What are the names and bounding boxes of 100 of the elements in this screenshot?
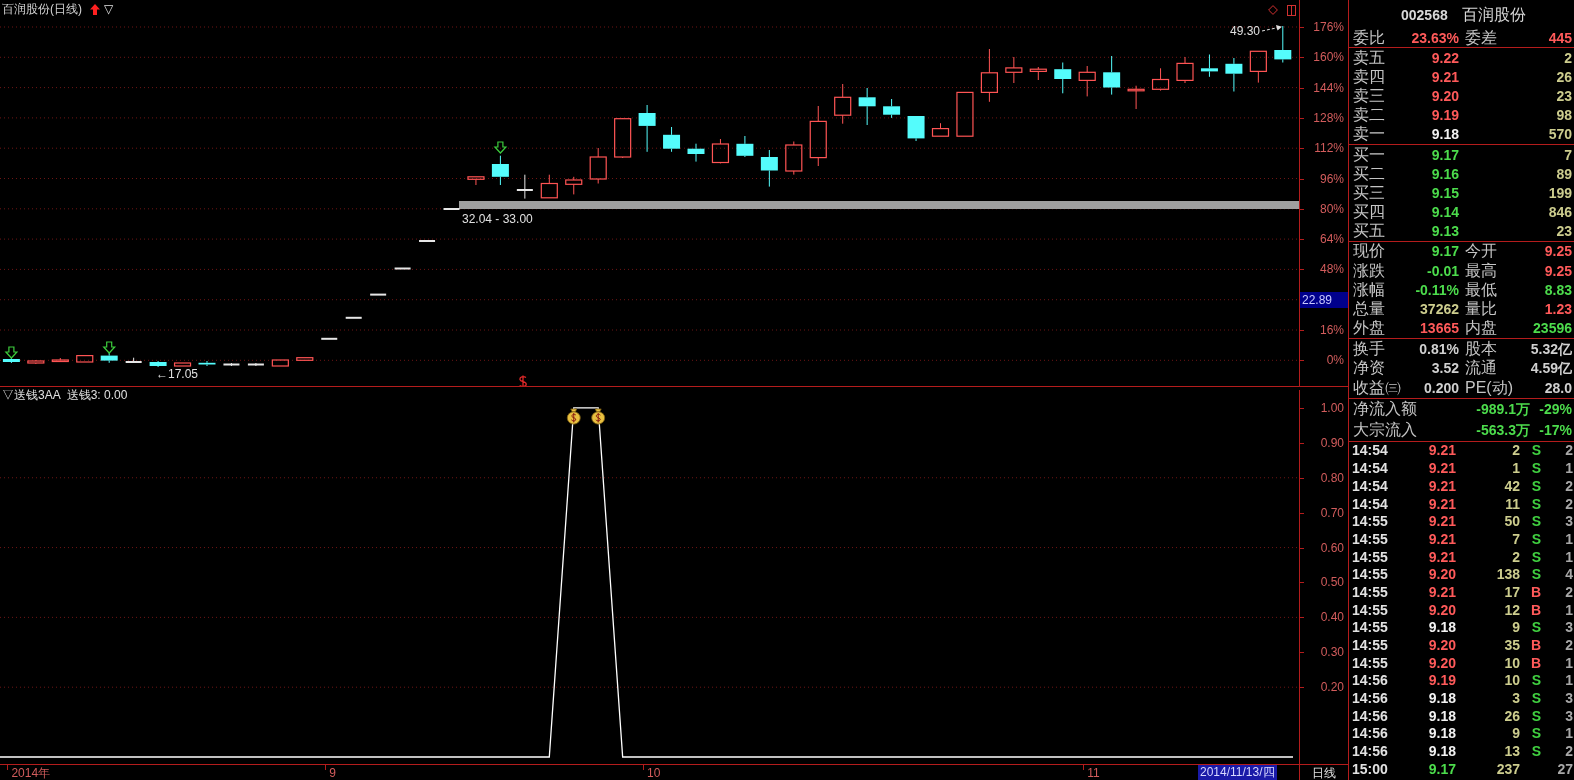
candlestick (980, 48, 998, 103)
trade-side: S (1531, 725, 1541, 742)
trade-time: 14:56 (1352, 690, 1388, 707)
candlestick (419, 240, 436, 242)
quote-value: -0.01 (1427, 262, 1459, 279)
candlestick (296, 357, 314, 361)
trade-count: 1 (1565, 460, 1573, 477)
candlestick (614, 117, 632, 159)
candlestick (394, 267, 411, 270)
trade-price: 9.19 (1428, 672, 1456, 689)
money-bag-icon (566, 408, 581, 425)
candlestick (198, 360, 216, 367)
candlestick (1274, 25, 1292, 63)
trade-price: 9.20 (1428, 566, 1456, 583)
bid-volume: 846 (1548, 204, 1572, 221)
axis-label: 0.70 (1320, 505, 1344, 520)
trade-price: 9.17 (1428, 760, 1456, 777)
quote-value: 4.59亿 (1530, 360, 1572, 377)
period-label[interactable]: 日线 (1312, 765, 1336, 780)
axis-label: 80% (1319, 201, 1344, 216)
quote-value: 1.23 (1544, 301, 1572, 318)
axis-label: 128% (1313, 110, 1344, 125)
candlestick (100, 352, 118, 364)
trade-side: S (1531, 442, 1541, 459)
axis-label: 0.80 (1320, 470, 1344, 485)
up-arrow-icon (90, 3, 100, 15)
trade-price: 9.21 (1428, 548, 1456, 565)
quote-label: 净资 (1353, 359, 1385, 378)
menu-toggle[interactable]: ▽ (104, 2, 113, 16)
trade-count: 3 (1565, 513, 1573, 530)
ask-level-label: 卖四 (1353, 67, 1385, 86)
candlestick (345, 316, 362, 319)
trade-price: 9.21 (1428, 442, 1456, 459)
ask-level-label: 卖三 (1353, 86, 1385, 105)
trade-price: 9.21 (1428, 513, 1456, 530)
ask-volume: 26 (1556, 68, 1572, 85)
candlestick (760, 149, 778, 188)
candlestick (907, 116, 925, 142)
ask-price: 9.19 (1431, 107, 1459, 124)
candlestick (1103, 55, 1121, 96)
bid-volume: 23 (1556, 223, 1572, 240)
bid-price: 9.16 (1431, 165, 1459, 182)
trade-side: S (1531, 477, 1541, 494)
candlestick (76, 355, 94, 363)
trade-volume: 237 (1496, 760, 1520, 777)
price-cursor-label: 22.89 (1300, 291, 1348, 308)
order-diff-label: 委差 (1465, 29, 1497, 47)
axis-label: 0.60 (1320, 540, 1344, 555)
high-price-label: 49.30 (1230, 24, 1261, 38)
axis-label: 96% (1319, 171, 1344, 186)
candlestick (1151, 67, 1170, 92)
trade-price: 9.20 (1428, 601, 1456, 618)
candlestick (1225, 57, 1243, 92)
quote-value: 9.17 (1431, 243, 1459, 260)
fund-flow-percent: -29% (1539, 401, 1572, 418)
trade-volume: 3 (1512, 690, 1520, 707)
quote-label: 涨跌 (1353, 261, 1385, 280)
trade-time: 14:55 (1352, 619, 1388, 636)
ask-price: 9.21 (1431, 68, 1459, 85)
time-axis-label: 9 (329, 766, 336, 780)
dollar-sign-icon (518, 374, 527, 386)
bid-level-label: 买四 (1353, 203, 1385, 222)
candlestick (516, 174, 533, 200)
quote-label: 换手 (1353, 339, 1385, 358)
trade-volume: 7 (1512, 530, 1520, 547)
axis-label: 48% (1319, 262, 1344, 277)
money-bag-icon (591, 408, 606, 425)
trade-side: S (1531, 495, 1541, 512)
axis-label: 0.40 (1320, 610, 1344, 625)
quote-value: 5.32亿 (1530, 340, 1572, 357)
ask-volume: 570 (1548, 126, 1572, 143)
quote-label: 股本 (1465, 339, 1497, 358)
quote-label: 涨幅 (1353, 280, 1385, 299)
trade-side: S (1531, 707, 1541, 724)
trade-time: 15:00 (1352, 760, 1388, 777)
candlestick (565, 176, 583, 195)
trade-volume: 2 (1512, 548, 1520, 565)
trade-side: S (1531, 566, 1541, 583)
trade-volume: 138 (1496, 566, 1520, 583)
bid-volume: 89 (1556, 165, 1572, 182)
trade-volume: 11 (1505, 495, 1520, 512)
trade-time: 14:55 (1352, 654, 1388, 671)
trade-side: S (1531, 619, 1541, 636)
trade-time: 14:55 (1352, 583, 1388, 600)
bid-volume: 7 (1564, 146, 1572, 163)
candlestick (711, 138, 730, 164)
trade-volume: 26 (1504, 707, 1520, 724)
quote-value: 28.0 (1544, 379, 1572, 396)
quote-label: 最低 (1465, 280, 1497, 299)
quote-label: 流通 (1465, 359, 1497, 378)
candlestick (858, 87, 876, 126)
trade-time: 14:54 (1352, 442, 1388, 459)
panel-toggle-icon[interactable] (1287, 5, 1296, 16)
trade-count: 27 (1557, 760, 1573, 777)
trade-volume: 2 (1512, 442, 1520, 459)
trade-volume: 9 (1512, 619, 1520, 636)
indicator-title[interactable]: ▽送钱3AA (2, 388, 61, 402)
candlestick (1005, 56, 1023, 84)
trade-price: 9.21 (1428, 583, 1456, 600)
trade-side: S (1531, 460, 1541, 477)
